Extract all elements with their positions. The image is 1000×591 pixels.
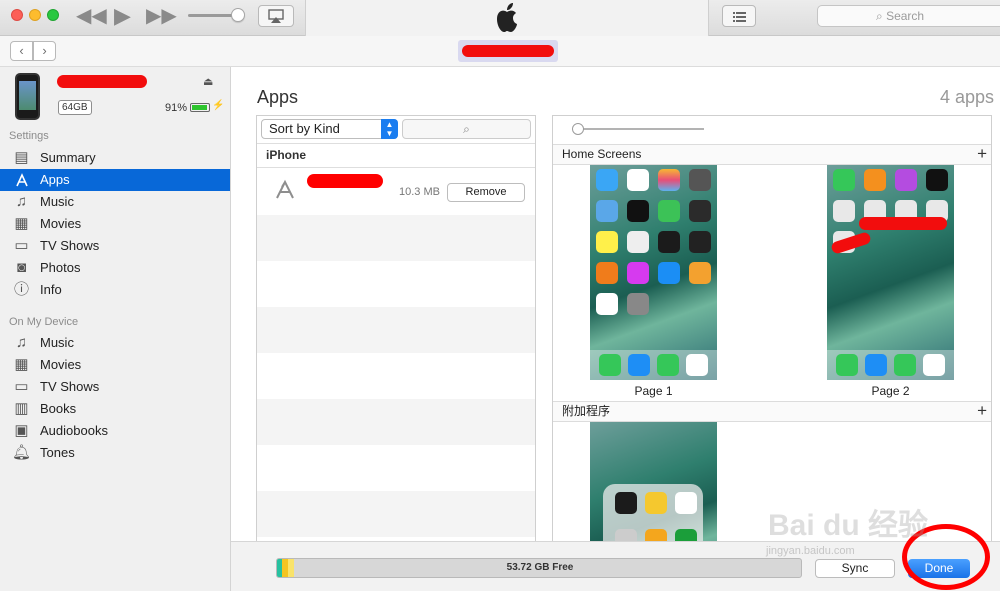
- settings-section-label: Settings: [9, 130, 49, 142]
- app-search-input[interactable]: ⌕: [402, 119, 531, 139]
- device-name-redaction: [57, 75, 147, 88]
- add-page-icon[interactable]: +: [977, 401, 987, 420]
- list-item: [257, 491, 535, 537]
- zoom-window-button[interactable]: [47, 9, 59, 21]
- list-item: [257, 445, 535, 491]
- page-1-label: Page 1: [634, 384, 673, 398]
- zoom-knob[interactable]: [572, 123, 584, 135]
- search-input[interactable]: ⌕ Search: [817, 5, 1000, 27]
- search-icon: ⌕: [463, 122, 470, 136]
- updown-arrow-icon: ▲ ▼: [381, 119, 398, 139]
- up-next-button[interactable]: [722, 5, 756, 27]
- bell-icon: 🔔︎: [11, 444, 32, 461]
- navigation-bar: ‹ ›: [0, 36, 1000, 67]
- sidebar-item-device-tv-shows[interactable]: ▭ TV Shows: [0, 376, 230, 398]
- redaction-mark: [859, 217, 947, 230]
- sidebar-item-device-tones[interactable]: 🔔︎ Tones: [0, 442, 230, 464]
- close-window-button[interactable]: [11, 9, 23, 21]
- device-button[interactable]: [458, 40, 558, 62]
- page-2-label: Page 2: [871, 384, 910, 398]
- play-icon[interactable]: ▶: [114, 5, 131, 27]
- volume-knob[interactable]: [231, 8, 245, 22]
- list-icon: [733, 12, 746, 22]
- sidebar-item-music[interactable]: ♫ Music: [0, 191, 230, 213]
- rewind-icon[interactable]: ◀◀: [76, 5, 107, 27]
- forward-button[interactable]: ›: [33, 41, 56, 61]
- chevron-right-icon: ›: [42, 43, 47, 58]
- tv-icon: ▭: [14, 378, 29, 395]
- home-screens-header: Home Screens +: [553, 144, 991, 165]
- sync-button[interactable]: Sync: [815, 559, 895, 578]
- sidebar-item-summary[interactable]: ▤ Summary: [0, 147, 230, 169]
- watermark-url: jingyan.baidu.com: [766, 545, 855, 557]
- movies-icon: ▦: [14, 356, 29, 373]
- app-count: 4 apps: [940, 87, 995, 107]
- charging-icon: ⚡: [212, 100, 225, 111]
- app-list-panel: Sort by Kind ▲ ▼ ⌕ iPhone 10.3 MB Remove: [256, 115, 536, 591]
- additional-apps-header: 附加程序 +: [553, 401, 991, 422]
- redaction-mark: [462, 45, 554, 57]
- sidebar-item-tv-shows[interactable]: ▭ TV Shows: [0, 235, 230, 257]
- app-name-redaction: [307, 174, 383, 188]
- remove-button[interactable]: Remove: [447, 183, 525, 202]
- sort-select[interactable]: Sort by Kind ▲ ▼: [261, 119, 398, 139]
- zoom-slider[interactable]: [574, 128, 704, 130]
- fast-forward-icon[interactable]: ▶▶: [146, 5, 177, 27]
- camera-icon: ◙: [16, 259, 27, 276]
- list-item: [257, 261, 535, 307]
- music-icon: ♫: [15, 193, 28, 210]
- chevron-left-icon: ‹: [19, 43, 24, 58]
- list-item: [257, 353, 535, 399]
- toolbar: ◀◀ ▶ ▶▶ ⌕ Search: [0, 0, 1000, 36]
- dock: [827, 350, 954, 380]
- sidebar-item-device-movies[interactable]: ▦ Movies: [0, 354, 230, 376]
- summary-icon: ▤: [14, 149, 29, 166]
- storage-bar: 53.72 GB Free: [276, 558, 802, 578]
- list-item: [257, 215, 535, 261]
- sidebar: ⏏ 64GB 91% ⚡ Settings ▤ Summary Apps ♫ Mus…: [0, 67, 231, 591]
- music-icon: ♫: [15, 334, 28, 351]
- minimize-window-button[interactable]: [29, 9, 41, 21]
- page-title: Apps: [257, 87, 299, 107]
- sidebar-item-photos[interactable]: ◙ Photos: [0, 257, 230, 279]
- tv-icon: ▭: [14, 237, 29, 254]
- group-header: iPhone: [257, 143, 535, 168]
- app-row[interactable]: 10.3 MB Remove: [257, 169, 535, 215]
- watermark: Bai du 经验: [768, 509, 929, 542]
- battery-icon: [190, 103, 210, 112]
- app-size: 10.3 MB: [399, 186, 440, 198]
- dock: [590, 350, 717, 380]
- info-icon: ⓘ: [13, 281, 29, 298]
- sidebar-item-info[interactable]: ⓘ Info: [0, 279, 230, 301]
- app-store-icon: [276, 179, 294, 199]
- sidebar-item-device-music[interactable]: ♫ Music: [0, 332, 230, 354]
- apps-icon: [13, 172, 30, 188]
- list-item: [257, 307, 535, 353]
- storage-free-label: 53.72 GB Free: [506, 562, 574, 573]
- on-my-device-section-label: On My Device: [9, 316, 79, 328]
- battery-percent: 91%: [165, 102, 188, 114]
- airplay-button[interactable]: [258, 5, 294, 27]
- movies-icon: ▦: [14, 215, 29, 232]
- capacity-badge: 64GB: [58, 100, 92, 115]
- list-item: [257, 399, 535, 445]
- search-placeholder: Search: [886, 9, 925, 23]
- book-icon: ▥: [14, 400, 29, 417]
- home-screen-page-2[interactable]: [827, 165, 954, 380]
- search-icon: ⌕: [876, 9, 887, 23]
- iphone-icon: [15, 73, 40, 120]
- audiobook-icon: ▣: [14, 422, 29, 439]
- home-screen-page-1[interactable]: [590, 165, 717, 380]
- sidebar-item-movies[interactable]: ▦ Movies: [0, 213, 230, 235]
- footer-bar: 53.72 GB Free Sync Done: [231, 524, 1000, 591]
- app-grid: [596, 169, 711, 315]
- apple-logo-icon: [497, 3, 517, 32]
- eject-icon[interactable]: ⏏: [203, 75, 213, 88]
- sidebar-item-device-audiobooks[interactable]: ▣ Audiobooks: [0, 420, 230, 442]
- add-page-icon[interactable]: +: [977, 144, 987, 163]
- airplay-icon: [268, 9, 284, 23]
- sidebar-item-device-books[interactable]: ▥ Books: [0, 398, 230, 420]
- back-button[interactable]: ‹: [10, 41, 33, 61]
- sidebar-item-apps[interactable]: Apps: [0, 169, 230, 191]
